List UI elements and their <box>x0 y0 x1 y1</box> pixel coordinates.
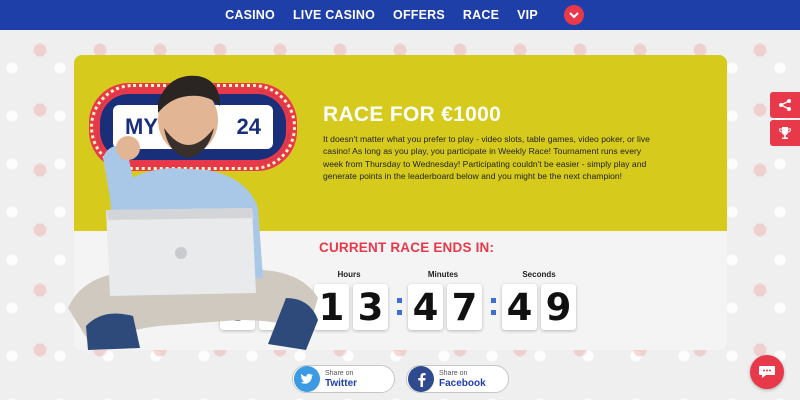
countdown-digit: 7 <box>447 284 482 330</box>
countdown-digit: 3 <box>353 284 388 330</box>
chat-button[interactable] <box>750 355 784 389</box>
separator <box>397 298 402 322</box>
separator <box>491 298 496 322</box>
nav-vip[interactable]: VIP <box>508 8 547 22</box>
share-twitter-button[interactable]: Share on Twitter <box>292 365 395 393</box>
countdown-digit: 4 <box>502 284 537 330</box>
share-facebook-button[interactable]: Share on Facebook <box>406 365 509 393</box>
trophy-icon <box>778 127 792 139</box>
countdown-digit: 4 <box>408 284 443 330</box>
seconds-label: Seconds <box>522 270 556 279</box>
man-with-laptop-image <box>68 75 318 350</box>
nav-offers[interactable]: OFFERS <box>384 8 454 22</box>
minutes-digits: 4 7 <box>408 284 482 330</box>
chat-icon <box>759 366 775 378</box>
top-nav: CASINO LIVE CASINO OFFERS RACE VIP <box>0 0 800 30</box>
seconds-digits: 4 9 <box>502 284 576 330</box>
race-title: RACE FOR €1000 <box>323 103 502 126</box>
race-description: It doesn't matter what you prefer to pla… <box>323 134 650 181</box>
nav-race[interactable]: RACE <box>454 8 508 22</box>
nav-more-button[interactable] <box>563 5 584 25</box>
side-tab-share[interactable] <box>770 92 800 118</box>
minutes-label: Minutes <box>427 270 459 279</box>
twitter-icon <box>294 366 320 392</box>
countdown-digit: 9 <box>541 284 576 330</box>
side-tab-trophy[interactable] <box>770 120 800 146</box>
chevron-down-icon <box>569 11 579 18</box>
nav-casino[interactable]: CASINO <box>216 8 284 22</box>
nav-live-casino[interactable]: LIVE CASINO <box>284 8 384 22</box>
share-icon <box>779 99 791 111</box>
facebook-icon <box>408 366 434 392</box>
twitter-share-label: Twitter <box>325 378 358 389</box>
facebook-share-label: Facebook <box>439 378 486 389</box>
